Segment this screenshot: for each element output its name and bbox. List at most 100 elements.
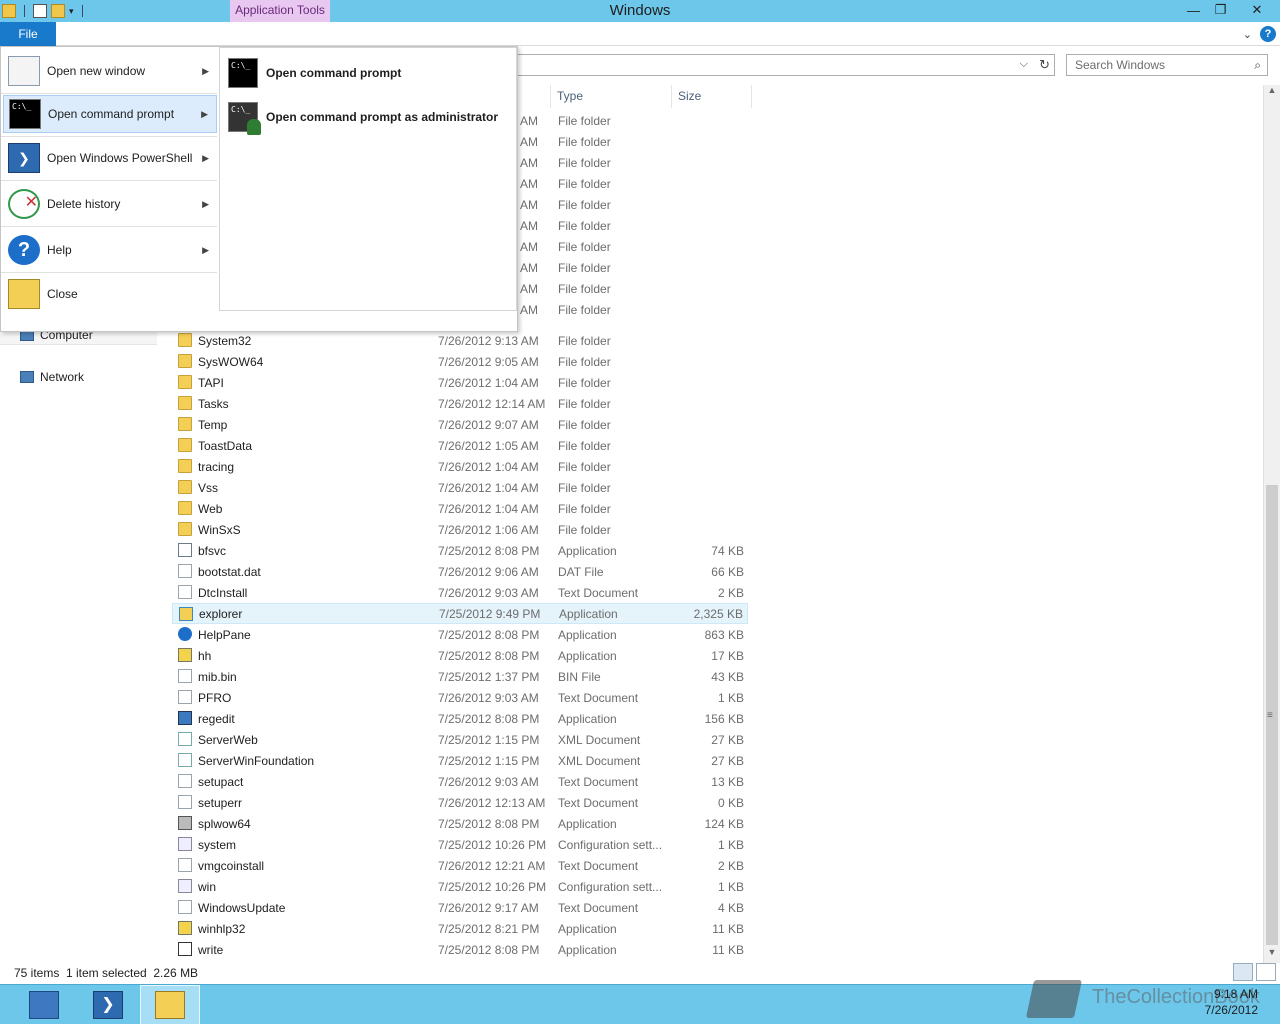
file-date: 7/25/2012 1:37 PM (438, 669, 540, 684)
details-view-icon[interactable] (1233, 963, 1253, 981)
qhelp-icon (178, 648, 192, 662)
menu-item-close[interactable]: Close (3, 275, 217, 313)
table-row[interactable]: Tasks 7/26/2012 12:14 AM File folder (172, 393, 748, 414)
table-row[interactable]: splwow64 7/25/2012 8:08 PM Application 124 … (172, 813, 748, 834)
table-row[interactable]: Web 7/26/2012 1:04 AM File folder (172, 498, 748, 519)
file-date: 7/25/2012 8:21 PM (438, 921, 540, 936)
file-date: 7/26/2012 9:13 AM (438, 333, 539, 348)
powershell-icon: ❯ (8, 143, 40, 173)
table-row[interactable]: setuperr 7/26/2012 12:13 AM Text Document 0… (172, 792, 748, 813)
scroll-down-icon[interactable]: ▼ (1264, 947, 1280, 963)
file-size: 2 KB (717, 585, 744, 600)
table-row[interactable]: ToastData 7/26/2012 1:05 AM File folder (172, 435, 748, 456)
expand-ribbon-chevron-icon[interactable]: ⌄ (1243, 28, 1252, 41)
file-name: ToastData (198, 438, 253, 453)
file-date: 7/26/2012 12:21 AM (438, 858, 546, 873)
table-row[interactable]: setupact 7/26/2012 9:03 AM Text Document 13… (172, 771, 748, 792)
reg-icon (178, 711, 192, 725)
menu-item-label: Open new window (47, 64, 146, 78)
table-row[interactable]: PFRO 7/26/2012 9:03 AM Text Document 1 KB (172, 687, 748, 708)
taskbar-server-manager[interactable] (14, 985, 74, 1024)
cfg-icon (178, 879, 192, 893)
menu-item-help[interactable]: ? Help ▶ (3, 231, 217, 269)
menu-separator (1, 226, 217, 227)
taskbar-file-explorer[interactable] (140, 985, 200, 1024)
submenu-item-open-command-prompt-admin[interactable]: C:\_ Open command prompt as administrato… (226, 98, 512, 136)
file-menu: Open new window ▶ C:\_ Open command prom… (0, 46, 518, 332)
vertical-scrollbar[interactable]: ▲ ≡ ▼ (1263, 85, 1280, 963)
search-input[interactable]: Search Windows ⌕ (1066, 54, 1268, 76)
file-size: 863 KB (704, 627, 744, 642)
table-row[interactable]: TAPI 7/26/2012 1:04 AM File folder (172, 372, 748, 393)
file-type: Application (558, 816, 617, 831)
table-row[interactable]: ServerWinFoundation 7/25/2012 1:15 PM XML … (172, 750, 748, 771)
doc-icon (178, 900, 192, 914)
file-date-fragment: AM (520, 155, 538, 170)
close-button[interactable]: ✕ (1234, 0, 1280, 20)
taskbar-powershell[interactable]: ❯ (78, 985, 138, 1024)
submenu-arrow-icon: ▶ (202, 244, 209, 255)
file-name: splwow64 (198, 816, 251, 831)
table-row[interactable]: write 7/25/2012 8:08 PM Application 11 KB (172, 939, 748, 960)
file-name: system (198, 837, 237, 852)
menu-separator (1, 180, 217, 181)
file-name: Vss (198, 480, 219, 495)
column-header-type[interactable]: Type (551, 85, 672, 108)
file-type: File folder (558, 239, 611, 254)
server-manager-icon (29, 991, 59, 1019)
column-header-date[interactable] (518, 85, 551, 108)
table-row[interactable]: Temp 7/26/2012 9:07 AM File folder (172, 414, 748, 435)
file-name: Tasks (198, 396, 229, 411)
nav-item-network[interactable]: Network (20, 367, 84, 387)
menu-item-open-powershell[interactable]: ❯ Open Windows PowerShell ▶ (3, 139, 217, 177)
menu-item-open-command-prompt[interactable]: C:\_ Open command prompt ▶ (3, 95, 217, 133)
file-size: 0 KB (717, 795, 744, 810)
table-row[interactable]: hh 7/25/2012 8:08 PM Application 17 KB (172, 645, 748, 666)
address-dropdown-icon[interactable]: ⌵ (1020, 58, 1028, 71)
file-date-fragment: AM (520, 176, 538, 191)
large-icons-view-icon[interactable] (1256, 963, 1276, 981)
table-row[interactable]: DtcInstall 7/26/2012 9:03 AM Text Document… (172, 582, 748, 603)
table-row[interactable]: System32 7/26/2012 9:13 AM File folder (172, 330, 748, 351)
network-icon (20, 371, 34, 383)
file-type: Text Document (558, 774, 639, 789)
refresh-icon[interactable]: ↻ (1039, 57, 1050, 73)
column-header-size[interactable]: Size (672, 85, 752, 108)
restore-button[interactable]: ❐ (1207, 0, 1234, 20)
submenu-item-open-command-prompt[interactable]: C:\_ Open command prompt (226, 54, 512, 92)
table-row[interactable]: explorer 7/25/2012 9:49 PM Application 2,32… (172, 603, 748, 624)
address-bar[interactable]: ⌵ ↻ (500, 54, 1055, 76)
table-row[interactable]: WindowsUpdate 7/26/2012 9:17 AM Text Docum… (172, 897, 748, 918)
table-row[interactable]: HelpPane 7/25/2012 8:08 PM Application 863 … (172, 624, 748, 645)
table-row[interactable]: win 7/25/2012 10:26 PM Configuration sett.… (172, 876, 748, 897)
menu-item-open-new-window[interactable]: Open new window ▶ (3, 53, 217, 89)
table-row[interactable]: regedit 7/25/2012 8:08 PM Application 156 K… (172, 708, 748, 729)
table-row[interactable]: tracing 7/26/2012 1:04 AM File folder (172, 456, 748, 477)
table-row[interactable]: bootstat.dat 7/26/2012 9:06 AM DAT File 66 … (172, 561, 748, 582)
table-row[interactable]: winhlp32 7/25/2012 8:21 PM Application 11 K… (172, 918, 748, 939)
file-type: Text Document (558, 585, 639, 600)
system-clock[interactable]: 9:18 AM 7/26/2012 (1205, 986, 1258, 1018)
file-type: Text Document (558, 795, 639, 810)
search-icon[interactable]: ⌕ (1254, 58, 1261, 73)
file-type: DAT File (558, 564, 604, 579)
table-row[interactable]: mib.bin 7/25/2012 1:37 PM BIN File 43 KB (172, 666, 748, 687)
menu-item-delete-history[interactable]: ✕ Delete history ▶ (3, 185, 217, 223)
menu-item-label: Open command prompt (48, 107, 175, 121)
file-name: TAPI (198, 375, 224, 390)
table-row[interactable]: SysWOW64 7/26/2012 9:05 AM File folder (172, 351, 748, 372)
file-tab[interactable]: File (0, 22, 56, 46)
powershell-icon: ❯ (93, 991, 123, 1019)
help-icon[interactable]: ? (1260, 26, 1276, 42)
file-date: 7/25/2012 9:49 PM (439, 606, 541, 621)
file-type: Text Document (558, 690, 639, 705)
table-row[interactable]: bfsvc 7/25/2012 8:08 PM Application 74 KB (172, 540, 748, 561)
table-row[interactable]: ServerWeb 7/25/2012 1:15 PM XML Document 27… (172, 729, 748, 750)
file-date: 7/26/2012 12:14 AM (438, 396, 546, 411)
table-row[interactable]: system 7/25/2012 10:26 PM Configuration se… (172, 834, 748, 855)
scroll-up-icon[interactable]: ▲ (1264, 85, 1280, 101)
table-row[interactable]: WinSxS 7/26/2012 1:06 AM File folder (172, 519, 748, 540)
table-row[interactable]: Vss 7/26/2012 1:04 AM File folder (172, 477, 748, 498)
minimize-button[interactable]: — (1180, 0, 1207, 20)
table-row[interactable]: vmgcoinstall 7/26/2012 12:21 AM Text Docum… (172, 855, 748, 876)
